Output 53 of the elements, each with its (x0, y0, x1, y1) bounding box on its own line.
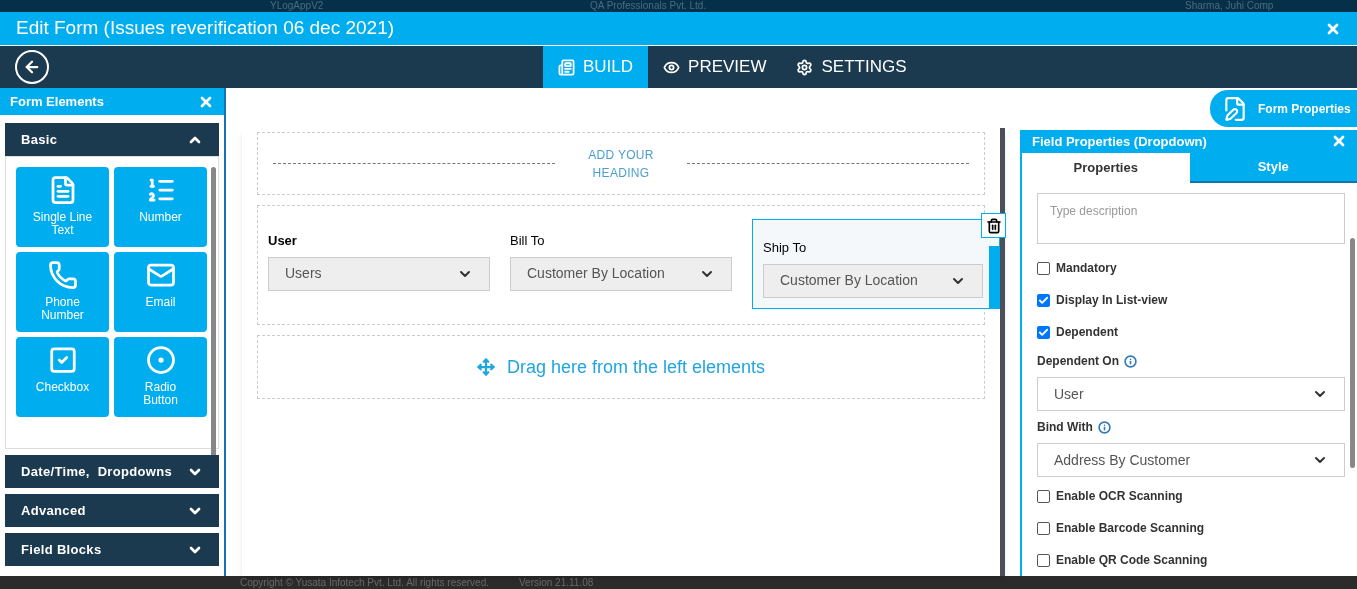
field-label: User (268, 232, 298, 250)
company-name: QA Professionals Pvt. Ltd. (590, 1, 708, 11)
field-label: Bill To (510, 232, 546, 250)
form-edit-icon (1222, 95, 1248, 122)
checkbox[interactable] (1037, 521, 1050, 535)
accordion-header[interactable]: Field Blocks (5, 533, 219, 566)
checkbox-icon (47, 345, 78, 375)
nav-tab[interactable]: SETTINGS (781, 46, 922, 88)
settings-icon (796, 58, 814, 76)
version-text: Version 21.11.08 (519, 577, 594, 588)
checkbox-label: Dependent (1056, 324, 1118, 341)
dropdown-field[interactable]: Customer By Location (763, 263, 983, 298)
dropdown-field[interactable]: Users (268, 256, 490, 291)
accordion-header[interactable]: Basic (5, 123, 219, 156)
modal-title: Edit Form (Issues reverification 06 dec 2021) (16, 16, 395, 41)
app-name: YLogAppV2 (270, 1, 325, 11)
field-label: Bind With (1037, 419, 1093, 436)
nav-tab[interactable]: PREVIEW (648, 46, 782, 88)
trash-icon (985, 217, 1002, 234)
checkbox-label: Enable Barcode Scanning (1056, 520, 1205, 537)
info-icon[interactable] (1124, 354, 1137, 368)
panel-title: Field Properties (Dropdown) (1032, 132, 1207, 151)
checkbox[interactable] (1037, 553, 1050, 567)
delete-button[interactable] (981, 213, 1006, 238)
form-field[interactable]: Bill To Customer By Location (510, 221, 732, 291)
drag-handle[interactable] (989, 246, 999, 308)
checkbox[interactable] (1037, 325, 1050, 339)
back-button[interactable] (15, 50, 49, 84)
checkbox-label: Enable QR Code Scanning (1056, 552, 1208, 569)
expand-arrows-icon (476, 358, 495, 376)
checkbox-label: Display In List-view (1056, 292, 1168, 309)
accordion-header[interactable]: Advanced (5, 494, 219, 527)
info-icon[interactable] (1097, 420, 1111, 434)
form-field[interactable]: User Users (268, 221, 490, 291)
checkbox-label: Mandatory (1056, 260, 1117, 277)
dropdown-field[interactable]: User (1037, 377, 1345, 411)
user-name: Sharma, Juhi Comp (1185, 1, 1274, 11)
accordion-header[interactable]: Date/Time, Dropdowns (5, 455, 219, 488)
field-label: Dependent On (1037, 353, 1119, 370)
dropdown-field[interactable]: Address By Customer (1037, 443, 1345, 477)
dropdown-field[interactable]: Customer By Location (510, 256, 732, 291)
checkbox[interactable] (1037, 489, 1050, 503)
copyright-text: Copyright © Yusata Infotech Pvt. Ltd. All rights reserved. (240, 577, 489, 588)
scrollbar[interactable] (1350, 238, 1355, 468)
checkbox[interactable] (1037, 261, 1050, 275)
phone-icon (47, 260, 78, 290)
checkbox-label: Enable OCR Scanning (1056, 488, 1183, 505)
field-label: Ship To (763, 239, 808, 257)
checkbox[interactable] (1037, 293, 1050, 307)
panel-title: Form Elements (10, 92, 104, 111)
drop-zone-text: Drag here from the left elements (506, 355, 766, 379)
radio-icon (145, 345, 176, 375)
form-field[interactable]: Ship To Customer By Location (752, 219, 1000, 309)
